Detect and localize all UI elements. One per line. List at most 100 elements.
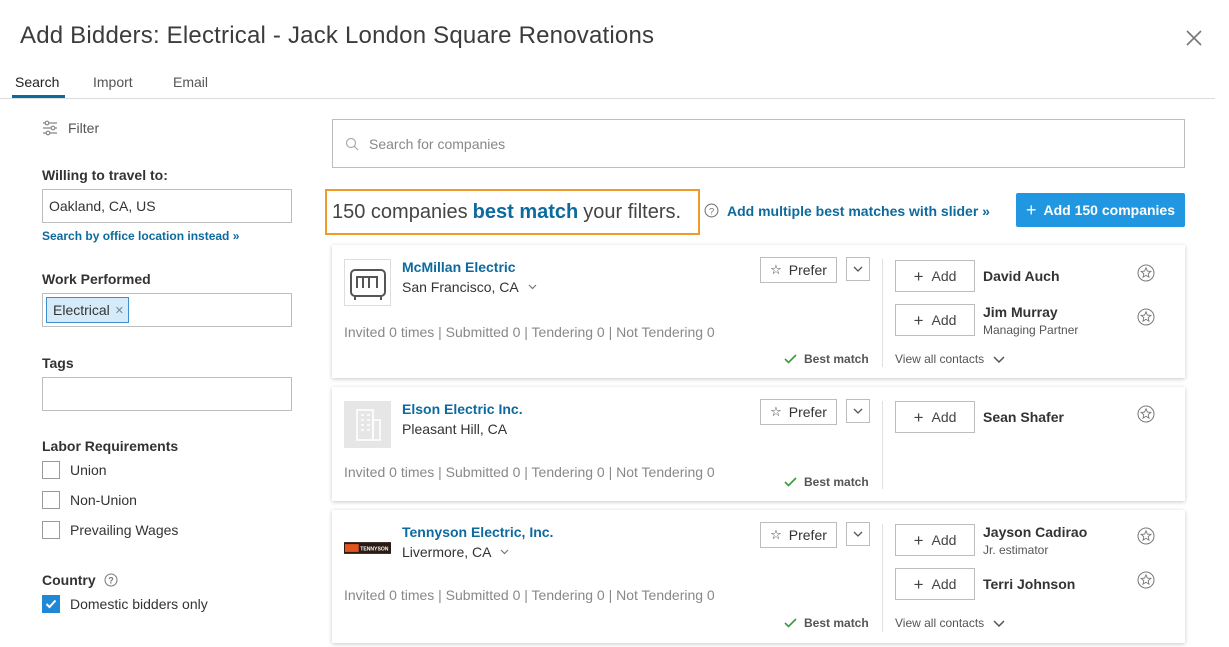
company-stats: Invited 0 times | Submitted 0 | Tenderin… (344, 587, 715, 603)
prevailing-wages-checkbox[interactable] (42, 521, 60, 539)
add-label: Add (931, 312, 957, 328)
results-count: 150 companies (332, 200, 468, 223)
add-all-companies-button[interactable]: + Add 150 companies (1016, 193, 1185, 227)
results-summary: 150 companies best match your filters. (325, 189, 700, 235)
chip-remove-icon[interactable]: ✕ (115, 304, 124, 317)
search-placeholder: Search for companies (369, 135, 506, 152)
company-name[interactable]: McMillan Electric (402, 259, 516, 275)
tab-search[interactable]: Search (15, 74, 59, 90)
company-options-dropdown[interactable] (846, 399, 870, 423)
contact-role: Jr. estimator (983, 543, 1049, 557)
prefer-label: Prefer (788, 404, 827, 420)
plus-icon: + (913, 574, 924, 594)
tags-input[interactable] (42, 377, 292, 411)
best-match-badge: Best match (784, 616, 869, 630)
chevron-down-icon (853, 266, 863, 272)
view-all-contacts-link[interactable]: View all contacts (895, 616, 1005, 630)
star-icon[interactable] (1137, 571, 1155, 589)
results-suffix: your filters. (583, 200, 682, 223)
star-outline-icon: ☆ (770, 527, 782, 542)
star-icon[interactable] (1137, 527, 1155, 545)
company-stats: Invited 0 times | Submitted 0 | Tenderin… (344, 464, 715, 480)
travel-location-input[interactable]: Oakland, CA, US (42, 189, 292, 223)
chevron-down-icon (993, 355, 1005, 363)
chevron-down-icon (501, 549, 509, 555)
labor-requirements-label: Labor Requirements (42, 438, 179, 454)
star-outline-icon: ☆ (770, 262, 782, 277)
building-icon (355, 408, 381, 441)
checkmark-icon (45, 599, 57, 609)
view-all-contacts-link[interactable]: View all contacts (895, 352, 1005, 366)
chip-label: Electrical (53, 302, 110, 318)
company-location[interactable]: San Francisco, CA (402, 279, 537, 295)
prefer-label: Prefer (788, 527, 827, 543)
non-union-label: Non-Union (70, 492, 137, 508)
tags-label: Tags (42, 355, 74, 371)
chevron-down-icon (853, 408, 863, 414)
add-with-slider-link[interactable]: Add multiple best matches with slider » (727, 203, 990, 219)
country-label: Country (42, 572, 96, 588)
add-contact-button[interactable]: + Add (895, 260, 975, 292)
company-search-box[interactable]: Search for companies (332, 119, 1185, 168)
labor-option-prevailing-wages[interactable]: Prevailing Wages (42, 521, 178, 539)
contact-name: David Auch (983, 268, 1060, 284)
chevron-down-icon (993, 619, 1005, 627)
company-location[interactable]: Livermore, CA (402, 544, 509, 560)
plus-icon: + (1025, 200, 1037, 220)
labor-option-union[interactable]: Union (42, 461, 107, 479)
work-performed-label: Work Performed (42, 271, 151, 287)
company-logo: TENNYSON (344, 524, 391, 571)
prefer-button[interactable]: ☆ Prefer (760, 399, 837, 425)
chevron-down-icon (528, 284, 537, 290)
company-logo-placeholder (344, 401, 391, 448)
add-all-label: Add 150 companies (1043, 202, 1176, 218)
company-name[interactable]: Tennyson Electric, Inc. (402, 524, 553, 540)
prefer-label: Prefer (788, 262, 827, 278)
work-performed-input[interactable]: Electrical ✕ (42, 293, 292, 327)
plus-icon: + (913, 266, 924, 286)
non-union-checkbox[interactable] (42, 491, 60, 509)
travel-label: Willing to travel to: (42, 167, 168, 183)
company-city: Livermore, CA (402, 544, 492, 560)
union-checkbox[interactable] (42, 461, 60, 479)
plus-icon: + (913, 530, 924, 550)
search-icon (345, 137, 359, 150)
prefer-button[interactable]: ☆ Prefer (760, 257, 837, 283)
add-contact-button[interactable]: + Add (895, 524, 975, 556)
tab-email[interactable]: Email (173, 74, 208, 90)
company-options-dropdown[interactable] (846, 257, 870, 281)
best-match-badge: Best match (784, 475, 869, 489)
labor-option-non-union[interactable]: Non-Union (42, 491, 137, 509)
best-match-label: Best match (804, 352, 869, 366)
dialog-title: Add Bidders: Electrical - Jack London Sq… (20, 22, 655, 49)
active-tab-indicator (12, 95, 65, 98)
company-name[interactable]: Elson Electric Inc. (402, 401, 523, 417)
help-icon[interactable]: ? (104, 573, 118, 587)
star-icon[interactable] (1137, 308, 1155, 326)
contact-name: Jayson Cadirao (983, 524, 1088, 540)
filter-label: Filter (68, 120, 100, 136)
tab-bar: Search Import Email (0, 62, 1215, 99)
plus-icon: + (913, 407, 924, 427)
prefer-button[interactable]: ☆ Prefer (760, 522, 837, 548)
svg-text:TENNYSON: TENNYSON (360, 546, 389, 552)
domestic-bidders-checkbox[interactable] (42, 595, 60, 613)
best-match-label: Best match (804, 616, 869, 630)
company-options-dropdown[interactable] (846, 522, 870, 546)
tab-import[interactable]: Import (93, 74, 133, 90)
add-label: Add (931, 409, 957, 425)
star-icon[interactable] (1137, 405, 1155, 423)
company-city: Pleasant Hill, CA (402, 421, 508, 437)
star-icon[interactable] (1137, 264, 1155, 282)
contact-name: Sean Shafer (983, 409, 1064, 425)
add-contact-button[interactable]: + Add (895, 568, 975, 600)
add-contact-button[interactable]: + Add (895, 401, 975, 433)
office-location-link[interactable]: Search by office location instead » (42, 229, 239, 243)
domestic-bidders-option[interactable]: Domestic bidders only (42, 595, 208, 613)
close-icon[interactable] (1185, 29, 1203, 47)
help-icon[interactable]: ? (704, 203, 719, 218)
add-contact-button[interactable]: + Add (895, 304, 975, 336)
work-chip-electrical: Electrical ✕ (46, 297, 130, 323)
svg-text:?: ? (108, 576, 114, 586)
best-match-badge: Best match (784, 352, 869, 366)
